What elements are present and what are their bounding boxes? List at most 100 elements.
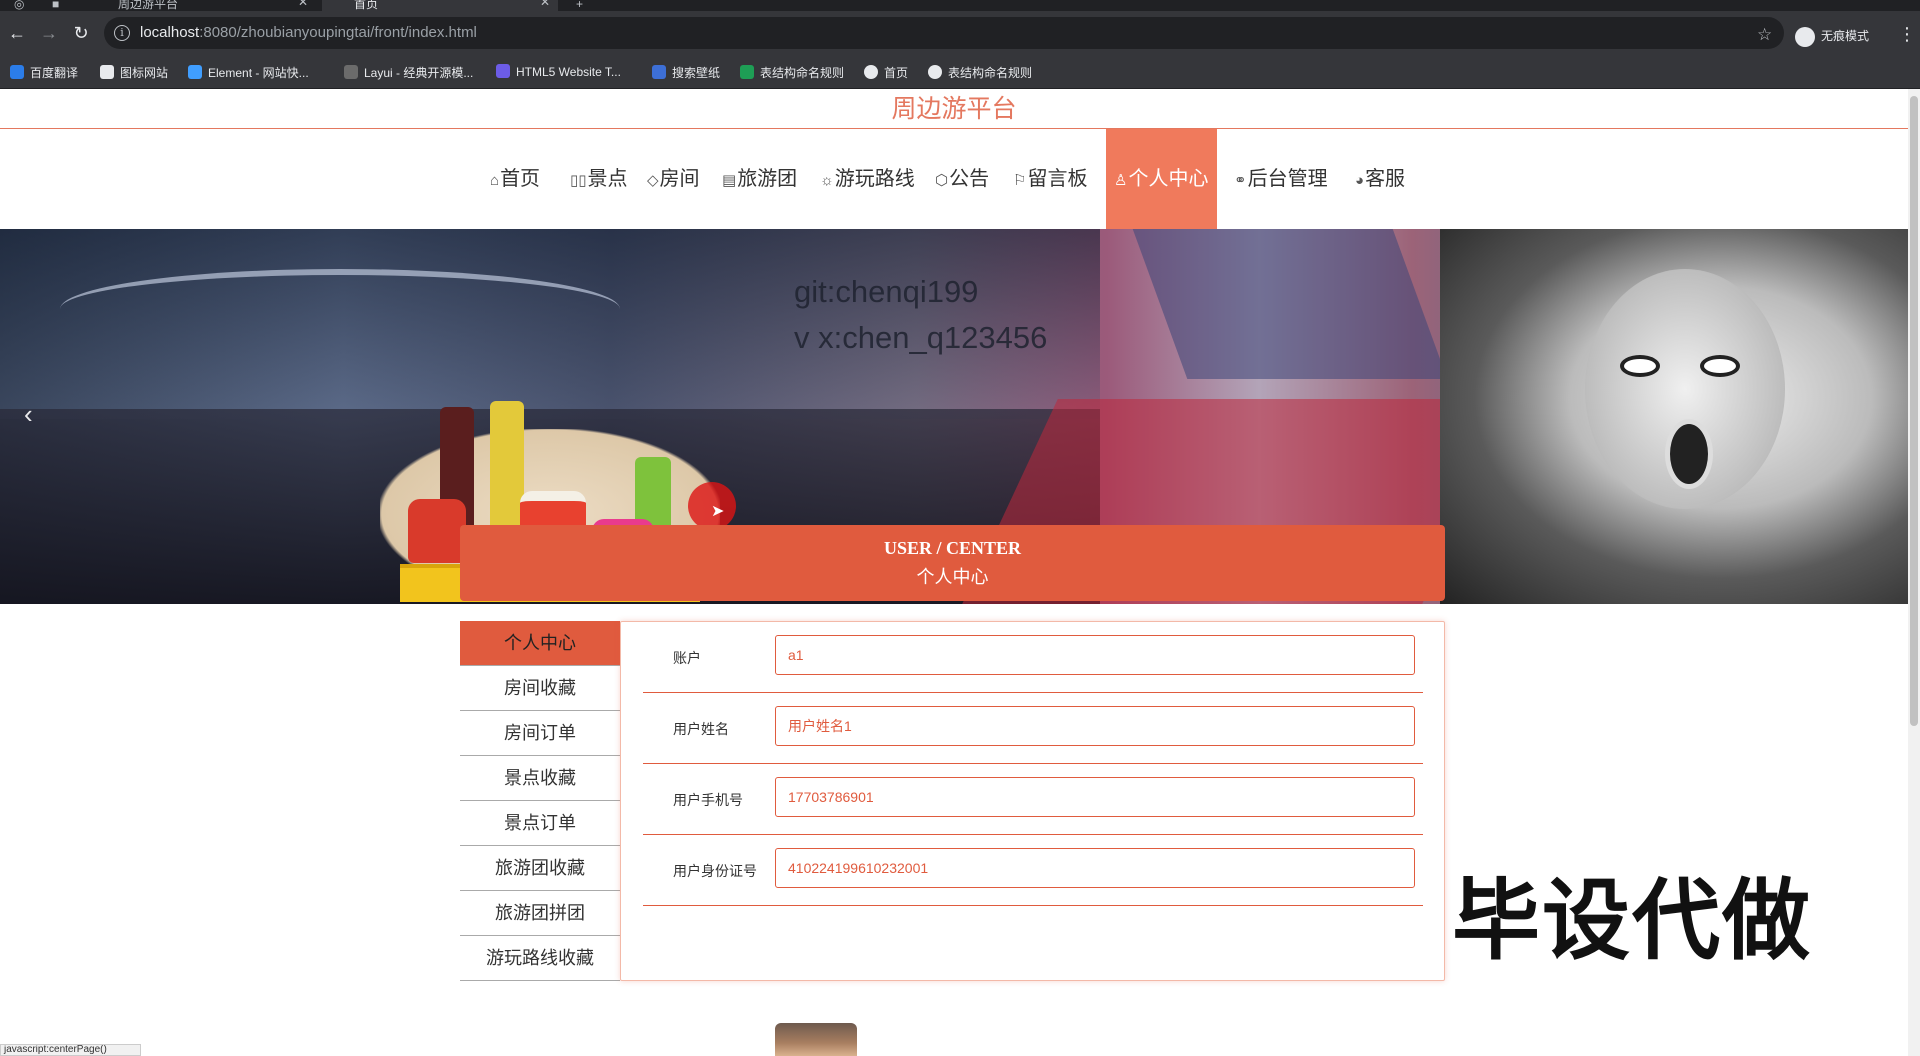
sidebar-item-scenic-favorites[interactable]: 景点收藏 xyxy=(460,756,620,801)
nav-item-service[interactable]: ◕客服 xyxy=(1355,129,1405,229)
nav-label: 景点 xyxy=(587,168,628,190)
form-row-account: 账户 xyxy=(643,622,1423,693)
bookmark-item[interactable]: 搜索壁纸 xyxy=(652,64,720,81)
statue-mouth xyxy=(1665,419,1713,489)
scrollbar-thumb[interactable] xyxy=(1910,96,1918,726)
calendar-icon: ▤ xyxy=(722,172,737,189)
address-bar: ← → ↻ i localhost:8080/zhoubianyoupingta… xyxy=(0,11,1920,55)
url-field[interactable]: i localhost:8080/zhoubianyoupingtai/fron… xyxy=(104,17,1784,49)
nav-item-admin[interactable]: ⚭后台管理 xyxy=(1234,129,1328,229)
bookmark-label: Layui - 经典开源模... xyxy=(364,66,474,80)
bookmark-label: 表结构命名规则 xyxy=(948,66,1033,80)
user-icon: ♙ xyxy=(1114,172,1128,189)
section-header: USER / CENTER 个人中心 xyxy=(460,525,1445,601)
tab-label: 周边游平台 xyxy=(118,0,179,11)
nav-item-room[interactable]: ◇房间 xyxy=(647,129,700,229)
account-label: 账户 xyxy=(673,650,701,666)
reload-icon[interactable]: ↻ xyxy=(70,23,92,43)
nav-label: 后台管理 xyxy=(1247,168,1328,190)
watermark-line-1: git:chenqi199 xyxy=(794,274,979,309)
section-title-cn: 个人中心 xyxy=(916,567,989,587)
wallpaper-icon xyxy=(652,65,666,79)
close-icon[interactable]: ✕ xyxy=(298,0,308,8)
sidebar-item-route-favorites[interactable]: 游玩路线收藏 xyxy=(460,936,620,981)
form-row-id-card: 用户身份证号 xyxy=(643,835,1423,906)
account-field[interactable] xyxy=(775,635,1415,675)
tab-zhoubian[interactable]: 周边游平台 ✕ xyxy=(88,0,316,11)
bookmark-label: 表结构命名规则 xyxy=(760,66,845,80)
window-icon[interactable]: ■ xyxy=(52,0,66,11)
id-card-label: 用户身份证号 xyxy=(673,863,757,879)
name-field[interactable] xyxy=(775,706,1415,746)
bookmark-item[interactable]: HTML5 Website T... xyxy=(496,64,621,79)
url-path: :8080/zhoubianyoupingtai/front/index.htm… xyxy=(199,24,477,41)
menu-dots-icon[interactable]: ⋮ xyxy=(1898,24,1916,45)
sidebar-item-room-orders[interactable]: 房间订单 xyxy=(460,711,620,756)
banner-flag-blue xyxy=(1132,229,1448,379)
mouse-pointer-icon: ➤ xyxy=(711,503,725,520)
sidebar-item-profile[interactable]: 个人中心 xyxy=(460,621,620,666)
nav-label: 房间 xyxy=(659,168,700,190)
nav-label: 客服 xyxy=(1365,168,1406,190)
carousel-prev-arrow[interactable]: ‹ xyxy=(24,399,33,430)
banner-bridge xyxy=(60,269,620,349)
forward-arrow-icon[interactable]: → xyxy=(38,23,60,43)
bookmark-item[interactable]: 图标网站 xyxy=(100,64,168,81)
tab-label: 首页 xyxy=(354,0,379,11)
bookmark-label: 搜索壁纸 xyxy=(672,66,721,80)
name-label: 用户姓名 xyxy=(673,721,729,737)
nav-label: 首页 xyxy=(500,168,541,190)
translate-icon xyxy=(10,65,24,79)
bookmark-item[interactable]: Layui - 经典开源模... xyxy=(344,64,473,81)
bookmark-item[interactable]: 表结构命名规则 xyxy=(928,64,1032,81)
bookmark-item[interactable]: Element - 网站快... xyxy=(188,64,309,81)
incognito-icon xyxy=(1795,27,1815,47)
bookmark-item[interactable]: 表结构命名规则 xyxy=(740,64,844,81)
id-card-field[interactable] xyxy=(775,848,1415,888)
watermark-line-2: v x:chen_q123456 xyxy=(794,320,1048,355)
bookmark-item[interactable]: 首页 xyxy=(864,64,908,81)
avatar[interactable] xyxy=(775,1023,857,1056)
form-row-phone: 用户手机号 xyxy=(643,764,1423,835)
sidebar-item-tour-favorites[interactable]: 旅游团收藏 xyxy=(460,846,620,891)
nav-item-home[interactable]: ⌂首页 xyxy=(490,129,540,229)
chrome-icon: ◎ xyxy=(14,0,25,11)
book-icon: ▯▯ xyxy=(570,172,587,189)
link-icon: ⚭ xyxy=(1234,172,1247,189)
element-icon xyxy=(188,65,202,79)
gear-icon: ☼ xyxy=(820,172,834,189)
nav-label: 个人中心 xyxy=(1128,168,1209,190)
bookmark-label: HTML5 Website T... xyxy=(516,65,621,79)
sidebar-item-group-buy[interactable]: 旅游团拼团 xyxy=(460,891,620,936)
new-tab-icon[interactable]: + xyxy=(576,0,592,11)
flag-icon xyxy=(100,65,114,79)
flag-icon: ⚐ xyxy=(1013,172,1027,189)
incognito-label: 无痕模式 xyxy=(1821,29,1870,44)
profile-form: 账户 用户姓名 用户手机号 用户身份证号 xyxy=(620,621,1445,981)
incognito-indicator[interactable]: 无痕模式 xyxy=(1795,27,1869,47)
form-row-name: 用户姓名 xyxy=(643,693,1423,764)
nav-item-scenic[interactable]: ▯▯景点 xyxy=(570,129,628,229)
jar-red xyxy=(408,499,466,563)
sidebar-item-room-favorites[interactable]: 房间收藏 xyxy=(460,666,620,711)
bookmark-item[interactable]: 百度翻译 xyxy=(10,64,78,81)
url-host: localhost xyxy=(140,24,200,41)
bookmark-label: 百度翻译 xyxy=(30,66,79,80)
info-icon[interactable]: i xyxy=(114,25,130,41)
bookmark-star-icon[interactable]: ☆ xyxy=(1757,25,1772,45)
url-text: localhost:8080/zhoubianyoupingtai/front/… xyxy=(140,24,477,41)
close-icon[interactable]: ✕ xyxy=(540,0,550,8)
site-title: 周边游平台 xyxy=(0,89,1908,129)
nav-item-route[interactable]: ☼游玩路线 xyxy=(820,129,915,229)
phone-field[interactable] xyxy=(775,777,1415,817)
nav-item-message-board[interactable]: ⚐留言板 xyxy=(1013,129,1087,229)
nav-item-user-center[interactable]: ♙个人中心 xyxy=(1106,129,1217,229)
nav-item-notice[interactable]: ⬡公告 xyxy=(935,129,989,229)
user-center-sidebar: 个人中心 房间收藏 房间订单 景点收藏 景点订单 旅游团收藏 旅游团拼团 游玩路… xyxy=(460,621,620,981)
sheet-icon xyxy=(740,65,754,79)
nav-item-tour-group[interactable]: ▤旅游团 xyxy=(722,129,797,229)
back-arrow-icon[interactable]: ← xyxy=(6,23,28,43)
sidebar-item-scenic-orders[interactable]: 景点订单 xyxy=(460,801,620,846)
tab-home[interactable]: 首页 ✕ xyxy=(322,0,558,11)
nav-label: 留言板 xyxy=(1027,168,1088,190)
